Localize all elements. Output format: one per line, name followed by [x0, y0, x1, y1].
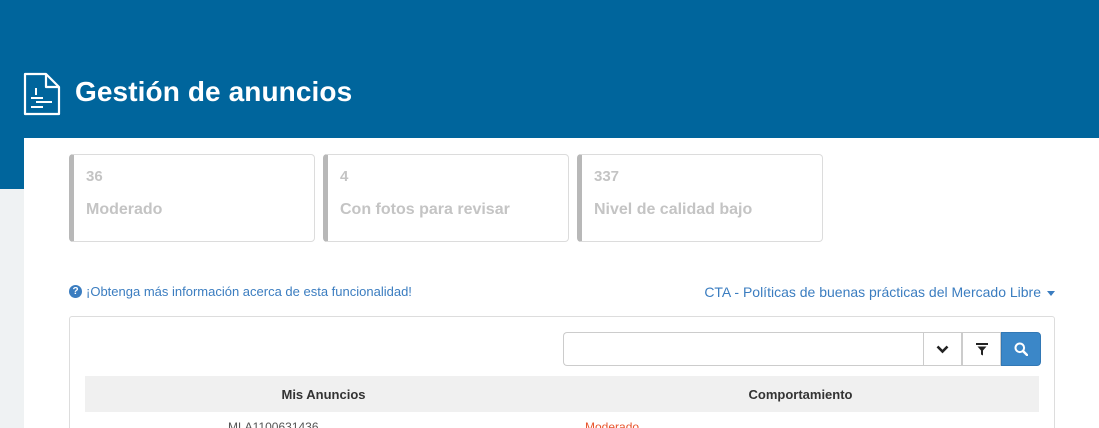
card-fotos-revisar[interactable]: 4 Con fotos para revisar: [323, 154, 569, 242]
cta-dropdown[interactable]: CTA - Políticas de buenas prácticas del …: [704, 284, 1055, 300]
search-button[interactable]: [1001, 332, 1041, 366]
chevron-down-icon: [936, 345, 949, 353]
filter-icon: [975, 342, 988, 355]
page-title: Gestión de anuncios: [75, 76, 353, 107]
listing-id: MLA1100631436: [228, 420, 319, 428]
search-icon: [1014, 342, 1028, 356]
main-panel: 36 Moderado 4 Con fotos para revisar 337…: [24, 138, 1099, 428]
expand-button[interactable]: [923, 332, 962, 366]
card-label: Nivel de calidad bajo: [594, 201, 753, 218]
card-count: 337: [594, 168, 620, 185]
question-circle-icon: ?: [69, 285, 82, 298]
listing-status: Moderado: [585, 420, 640, 428]
info-link[interactable]: ? ¡Obtenga más información acerca de est…: [69, 284, 412, 299]
card-moderado[interactable]: 36 Moderado: [69, 154, 315, 242]
column-header: Comportamiento: [748, 386, 853, 402]
cta-label: CTA - Políticas de buenas prácticas del …: [704, 284, 1041, 300]
card-count: 4: [340, 168, 349, 185]
caret-down-icon: [1047, 290, 1055, 296]
info-link-text: ¡Obtenga más información acerca de esta …: [86, 284, 412, 299]
document-icon: [23, 72, 61, 116]
search-group: [563, 332, 1041, 366]
filter-button[interactable]: [962, 332, 1001, 366]
column-header: Mis Anuncios: [281, 386, 366, 402]
listings-table: Mis Anuncios Comportamiento MLA110063143…: [69, 316, 1055, 428]
card-count: 36: [86, 168, 103, 185]
card-calidad-bajo[interactable]: 337 Nivel de calidad bajo: [577, 154, 823, 242]
card-label: Moderado: [86, 201, 163, 218]
table-header: Mis Anuncios Comportamiento: [85, 376, 1039, 412]
search-input[interactable]: [563, 332, 923, 366]
card-label: Con fotos para revisar: [340, 201, 510, 218]
